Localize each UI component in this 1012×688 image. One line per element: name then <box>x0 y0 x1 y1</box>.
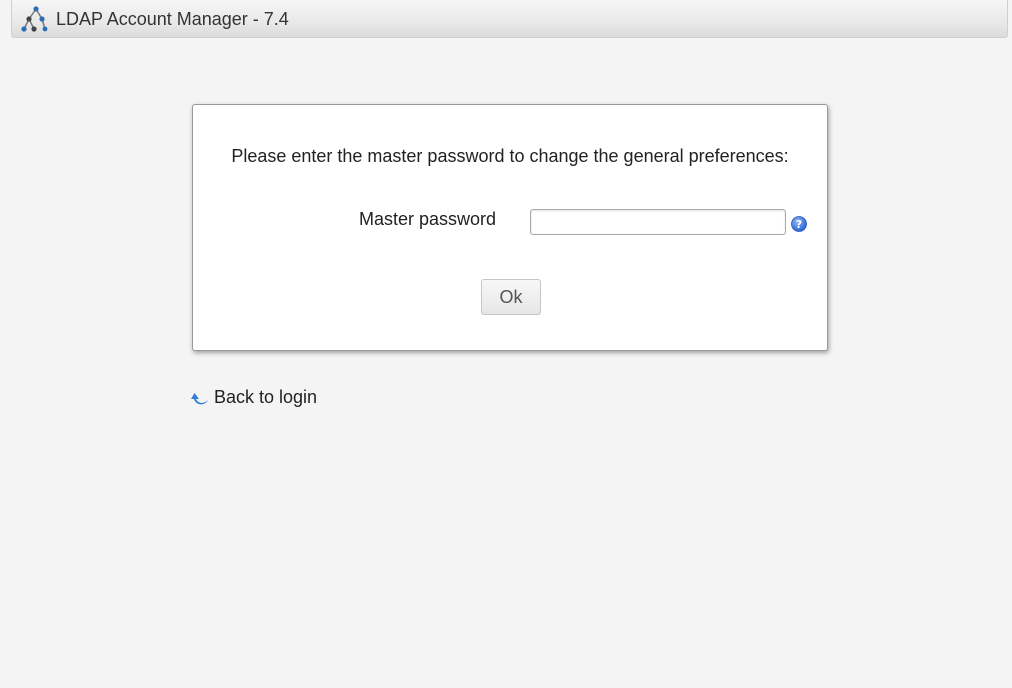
help-question-icon[interactable]: ? <box>791 216 807 232</box>
back-to-login-label: Back to login <box>214 386 318 407</box>
back-arrow-icon <box>191 393 208 405</box>
app-title: LDAP Account Manager - 7.4 <box>56 9 289 29</box>
app-header: LDAP Account Manager - 7.4 <box>11 0 1008 38</box>
master-password-label: Master password <box>359 209 497 229</box>
back-to-login-link[interactable]: Back to login <box>191 386 317 408</box>
svg-text:?: ? <box>796 218 802 231</box>
ok-button[interactable]: Ok <box>481 279 541 315</box>
dialog-prompt: Please enter the master password to chan… <box>231 146 789 166</box>
ldap-tree-logo-icon <box>21 6 48 32</box>
master-password-dialog: Please enter the master password to chan… <box>192 104 828 351</box>
master-password-input[interactable] <box>530 209 786 235</box>
